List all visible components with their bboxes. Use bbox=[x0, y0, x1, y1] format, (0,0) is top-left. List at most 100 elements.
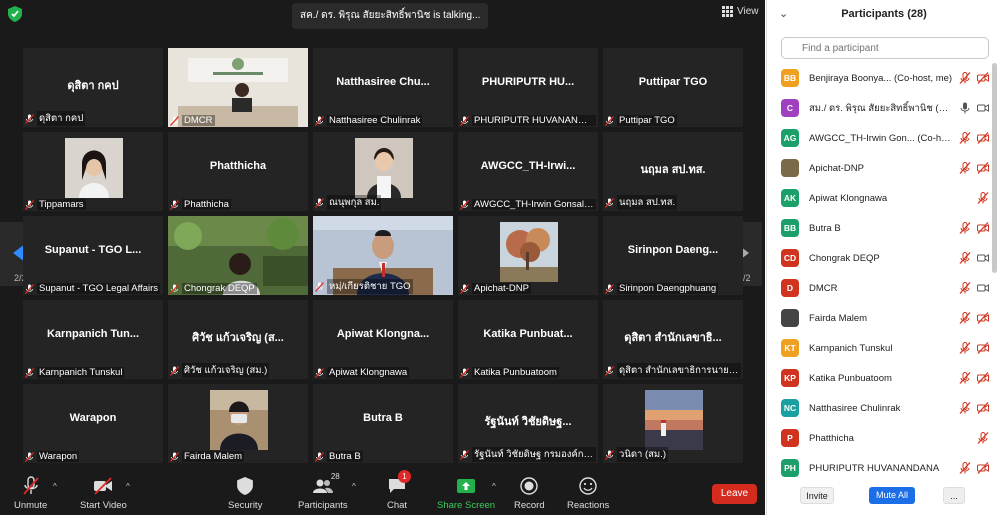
participant-tile[interactable]: DMCR bbox=[168, 48, 308, 127]
video-off-icon[interactable] bbox=[977, 222, 989, 234]
participant-tile[interactable]: Karnpanich Tun... Karnpanich Tunskul bbox=[23, 300, 163, 379]
participant-tile[interactable]: ดุสิตา สำนักเลขาธิ... ดุสิตา สำนักเลขาธิก… bbox=[603, 300, 743, 379]
view-button[interactable]: View bbox=[722, 6, 759, 17]
mic-off-icon bbox=[315, 115, 324, 126]
participant-list-name: สม./ ดร. พิรุณ สัยยะสิทธิ์พานิช (Host) bbox=[809, 102, 954, 114]
participant-tile[interactable]: รัฐนันท์ วิชัยดิษฐ... รัฐนันท์ วิชัยดิษฐ … bbox=[458, 384, 598, 463]
participant-video bbox=[65, 138, 123, 198]
participant-tile[interactable]: ณนุพกุล สม. bbox=[313, 132, 453, 211]
participant-row[interactable]: CD Chongrak DEQP bbox=[767, 243, 993, 273]
video-off-icon[interactable] bbox=[977, 462, 989, 474]
mic-on-icon[interactable] bbox=[959, 102, 971, 114]
participant-name: Natthasiree Chulinrak bbox=[327, 115, 423, 126]
participant-row[interactable]: AG AWGCC_TH-Irwin Gon... (Co-host) bbox=[767, 123, 993, 153]
participant-tile[interactable]: ศิวัช แก้วเจริญ (ส... ศิวัช แก้วเจริญ (สม… bbox=[168, 300, 308, 379]
participant-row[interactable]: Apichat-DNP bbox=[767, 153, 993, 183]
start-video-button[interactable]: Start Video bbox=[80, 476, 127, 511]
participant-tile[interactable]: Warapon Warapon bbox=[23, 384, 163, 463]
unmute-button[interactable]: Unmute bbox=[14, 476, 47, 511]
participant-tile[interactable]: Puttipar TGO Puttipar TGO bbox=[603, 48, 743, 127]
participant-tile[interactable]: ดุสิตา กคป ดุสิตา กคป bbox=[23, 48, 163, 127]
mic-off-icon[interactable] bbox=[959, 312, 971, 324]
more-options-button[interactable]: ... bbox=[943, 487, 965, 504]
participant-tile[interactable]: Supanut - TGO L... Supanut - TGO Legal Af… bbox=[23, 216, 163, 295]
participant-row[interactable]: KP Katika Punbuatoom bbox=[767, 363, 993, 393]
mic-off-icon[interactable] bbox=[959, 342, 971, 354]
mic-off-icon bbox=[315, 281, 324, 292]
mic-off-icon[interactable] bbox=[959, 372, 971, 384]
mic-off-icon[interactable] bbox=[959, 162, 971, 174]
participants-options-caret[interactable]: ^ bbox=[352, 482, 356, 491]
mic-off-icon bbox=[460, 449, 469, 460]
video-off-icon[interactable] bbox=[977, 312, 989, 324]
share-screen-button[interactable]: Share Screen bbox=[437, 476, 495, 511]
leave-button[interactable]: Leave bbox=[712, 484, 757, 504]
audio-options-caret[interactable]: ^ bbox=[53, 482, 57, 491]
mic-off-icon[interactable] bbox=[959, 252, 971, 264]
mic-off-icon[interactable] bbox=[959, 462, 971, 474]
mic-off-icon[interactable] bbox=[977, 432, 989, 444]
participant-tile[interactable]: Butra B Butra B bbox=[313, 384, 453, 463]
people-icon bbox=[312, 479, 333, 493]
record-button[interactable]: Record bbox=[514, 476, 545, 511]
participant-tile[interactable]: Apiwat Klongna... Apiwat Klongnawa bbox=[313, 300, 453, 379]
participant-display-name: ดุสิตา กคป bbox=[67, 80, 119, 92]
participant-row[interactable]: KT Karnpanich Tunskul bbox=[767, 333, 993, 363]
participants-button[interactable]: 28 Participants bbox=[298, 472, 348, 511]
mic-off-icon[interactable] bbox=[959, 222, 971, 234]
participant-tile[interactable]: PHURIPUTR HU... PHURIPUTR HUVANANDANA bbox=[458, 48, 598, 127]
participant-tile[interactable]: Phatthicha Phatthicha bbox=[168, 132, 308, 211]
participant-tile[interactable]: Chongrak DEQP bbox=[168, 216, 308, 295]
chat-button[interactable]: 1 Chat bbox=[387, 470, 412, 511]
video-off-icon[interactable] bbox=[977, 132, 989, 144]
participant-tile[interactable]: Tippamars bbox=[23, 132, 163, 211]
participant-status-icons bbox=[959, 402, 989, 414]
mic-off-icon[interactable] bbox=[959, 132, 971, 144]
participant-tile[interactable]: Natthasiree Chu... Natthasiree Chulinrak bbox=[313, 48, 453, 127]
mute-all-button[interactable]: Mute All bbox=[869, 487, 915, 504]
video-off-icon[interactable] bbox=[977, 402, 989, 414]
video-off-icon[interactable] bbox=[977, 372, 989, 384]
reactions-button[interactable]: Reactions bbox=[567, 476, 609, 511]
participant-row[interactable]: P Phatthicha bbox=[767, 423, 993, 453]
video-off-icon[interactable] bbox=[977, 72, 989, 84]
avatar: D bbox=[781, 279, 799, 297]
video-grid: ดุสิตา กคป ดุสิตา กคป DMCR Natthasiree Chu.… bbox=[23, 48, 743, 463]
participant-row[interactable]: NC Natthasiree Chulinrak bbox=[767, 393, 993, 423]
participant-tile[interactable]: AWGCC_TH-Irwi... AWGCC_TH-Irwin Gonsalves bbox=[458, 132, 598, 211]
participant-row[interactable]: D DMCR bbox=[767, 273, 993, 303]
participant-tile[interactable]: Sirinpon Daeng... Sirinpon Daengphuang bbox=[603, 216, 743, 295]
participant-row[interactable]: C สม./ ดร. พิรุณ สัยยะสิทธิ์พานิช (Host) bbox=[767, 93, 993, 123]
video-on-icon[interactable] bbox=[977, 102, 989, 114]
shield-icon[interactable] bbox=[8, 6, 22, 22]
video-on-icon[interactable] bbox=[977, 252, 989, 264]
mic-off-icon[interactable] bbox=[959, 72, 971, 84]
video-off-icon[interactable] bbox=[977, 342, 989, 354]
mic-off-icon[interactable] bbox=[959, 282, 971, 294]
participant-name: PHURIPUTR HUVANANDANA bbox=[472, 115, 596, 126]
participant-tile[interactable]: Fairda Malem bbox=[168, 384, 308, 463]
video-off-icon[interactable] bbox=[977, 162, 989, 174]
video-options-caret[interactable]: ^ bbox=[126, 482, 130, 491]
invite-button[interactable]: Invite bbox=[800, 487, 834, 504]
participant-tile[interactable]: Katika Punbuat... Katika Punbuatoom bbox=[458, 300, 598, 379]
smiley-icon bbox=[579, 477, 597, 495]
participant-tile[interactable]: Apichat-DNP bbox=[458, 216, 598, 295]
security-button[interactable]: Security bbox=[228, 476, 262, 511]
participant-name-label: Warapon bbox=[25, 451, 161, 462]
participant-name-label: นฤมล สป.ทส. bbox=[605, 195, 741, 210]
share-options-caret[interactable]: ^ bbox=[492, 482, 496, 491]
participant-tile[interactable]: นฤมล สป.ทส. นฤมล สป.ทส. bbox=[603, 132, 743, 211]
mic-off-icon[interactable] bbox=[977, 192, 989, 204]
participant-tile[interactable]: หมฺ่/เกียรติชาย TGO bbox=[313, 216, 453, 295]
participant-row[interactable]: Fairda Malem bbox=[767, 303, 993, 333]
participant-row[interactable]: BB Butra B bbox=[767, 213, 993, 243]
participant-tile[interactable]: วนิดา (สม.) bbox=[603, 384, 743, 463]
participant-row[interactable]: BB Benjiraya Boonya... (Co-host, me) bbox=[767, 63, 993, 93]
participant-row[interactable]: AK Apiwat Klongnawa bbox=[767, 183, 993, 213]
video-on-icon[interactable] bbox=[977, 282, 989, 294]
search-input[interactable] bbox=[781, 37, 989, 59]
participant-list-scrollbar[interactable] bbox=[992, 63, 997, 273]
participant-row[interactable]: PH PHURIPUTR HUVANANDANA bbox=[767, 453, 993, 477]
mic-off-icon[interactable] bbox=[959, 402, 971, 414]
